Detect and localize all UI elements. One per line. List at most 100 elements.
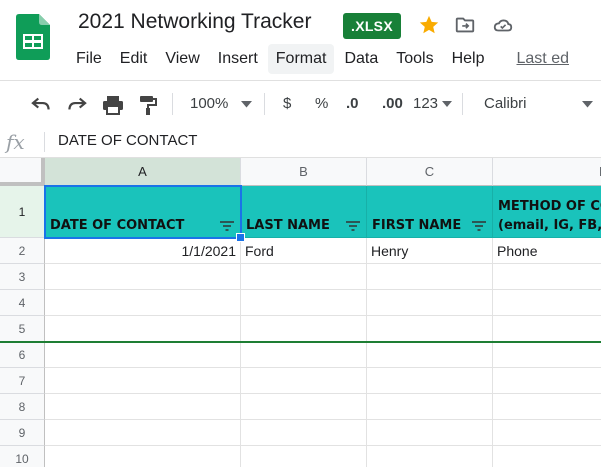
cell-b10[interactable] [241,446,367,467]
filter-icon[interactable] [219,220,235,232]
zoom-dropdown-arrow-icon[interactable] [241,101,252,108]
zoom-select[interactable]: 100% [190,81,228,127]
increase-decimal-button[interactable]: .00 [382,81,403,127]
column-header-b[interactable]: B [241,158,367,186]
cell-d3[interactable] [493,264,601,290]
spreadsheet-grid: A B C D 1 2 3 4 5 6 7 8 9 10 DATE OF CON… [0,158,601,467]
cell-method[interactable]: Phone [493,238,601,264]
formula-input[interactable]: DATE OF CONTACT [58,132,197,149]
cell-c6[interactable] [367,342,493,368]
cell-a3[interactable] [45,264,241,290]
cell-a5[interactable] [45,316,241,342]
row-header-5[interactable]: 5 [0,316,45,342]
row-header-3[interactable]: 3 [0,264,45,290]
column-header-a[interactable]: A [45,158,241,186]
selection-fill-handle[interactable] [236,233,245,242]
paint-format-icon [140,96,157,115]
row-header-10[interactable]: 10 [0,446,45,467]
filter-icon[interactable] [471,220,487,232]
toolbar-divider [172,93,173,115]
filter-icon[interactable] [345,220,361,232]
decrease-decimal-button[interactable]: .0 [346,81,359,127]
row-header-6[interactable]: 6 [0,342,45,368]
row-header-9[interactable]: 9 [0,420,45,446]
undo-button[interactable] [30,81,54,127]
cell-c5[interactable] [367,316,493,342]
cell-c7[interactable] [367,368,493,394]
cell-c3[interactable] [367,264,493,290]
cell-date[interactable]: 1/1/2021 [45,238,241,264]
cell-c4[interactable] [367,290,493,316]
cell-c9[interactable] [367,420,493,446]
cell-d9[interactable] [493,420,601,446]
cell-c8[interactable] [367,394,493,420]
column-header-c[interactable]: C [367,158,493,186]
zoom-value: 100% [190,95,229,112]
cell-b8[interactable] [241,394,367,420]
cell-b7[interactable] [241,368,367,394]
menu-help[interactable]: Help [444,44,493,74]
redo-button[interactable] [66,81,90,127]
header-cell-first-name[interactable]: FIRST NAME [367,186,493,238]
cell-a6[interactable] [45,342,241,368]
cell-d6[interactable] [493,342,601,368]
cell-d7[interactable] [493,368,601,394]
cell-d8[interactable] [493,394,601,420]
cell-a9[interactable] [45,420,241,446]
cell-a8[interactable] [45,394,241,420]
paint-format-button[interactable] [138,81,162,127]
header-cell-last-name[interactable]: LAST NAME [241,186,367,238]
cell-b9[interactable] [241,420,367,446]
toolbar: 100% $ % .0 .00 123 Calibri [0,80,601,195]
file-format-badge: .XLSX [343,13,401,39]
move-to-folder-icon[interactable] [454,14,476,36]
menu-insert[interactable]: Insert [210,44,266,74]
frozen-rows-divider[interactable] [0,341,601,343]
menu-tools[interactable]: Tools [388,44,441,74]
font-family-select[interactable]: Calibri [484,81,527,127]
font-dropdown-arrow-icon[interactable] [582,101,593,108]
sheets-logo-icon[interactable] [16,14,50,60]
cloud-saved-icon[interactable] [492,14,514,36]
menu-edit[interactable]: Edit [112,44,156,74]
number-format-dropdown-arrow-icon[interactable] [442,101,452,107]
row-header-1[interactable]: 1 [0,186,45,238]
last-edit-link[interactable]: Last ed [509,44,577,74]
menu-file[interactable]: File [68,44,110,74]
number-format-button[interactable]: 123 [413,81,438,127]
cell-first-name[interactable]: Henry [367,238,493,264]
cell-d10[interactable] [493,446,601,467]
row-header-7[interactable]: 7 [0,368,45,394]
row-header-4[interactable]: 4 [0,290,45,316]
column-header-d[interactable]: D [493,158,601,186]
menu-view[interactable]: View [157,44,207,74]
print-button[interactable] [102,81,126,127]
cell-b3[interactable] [241,264,367,290]
header-cell-method-of-contact[interactable]: METHOD OF CO (email, IG, FB, T [493,186,601,238]
formula-bar: fx DATE OF CONTACT [0,127,601,158]
cell-b6[interactable] [241,342,367,368]
header-cell-date-of-contact[interactable]: DATE OF CONTACT [44,185,242,239]
menu-format[interactable]: Format [267,44,335,74]
cell-a4[interactable] [45,290,241,316]
cell-d5[interactable] [493,316,601,342]
row-header-8[interactable]: 8 [0,394,45,420]
menu-data[interactable]: Data [336,44,386,74]
row-header-2[interactable]: 2 [0,238,45,264]
cell-b4[interactable] [241,290,367,316]
cell-a7[interactable] [45,368,241,394]
format-currency-button[interactable]: $ [283,81,291,127]
header-label: LAST NAME [246,218,330,233]
star-icon[interactable] [418,14,440,36]
cell-c10[interactable] [367,446,493,467]
redo-icon [68,97,87,110]
format-percent-button[interactable]: % [315,81,328,127]
cell-d4[interactable] [493,290,601,316]
cell-b5[interactable] [241,316,367,342]
cell-a10[interactable] [45,446,241,467]
cell-last-name[interactable]: Ford [241,238,367,264]
print-icon [103,96,123,115]
formula-divider [44,132,45,152]
font-family-value: Calibri [484,95,527,112]
document-title[interactable]: 2021 Networking Tracker [78,10,311,34]
